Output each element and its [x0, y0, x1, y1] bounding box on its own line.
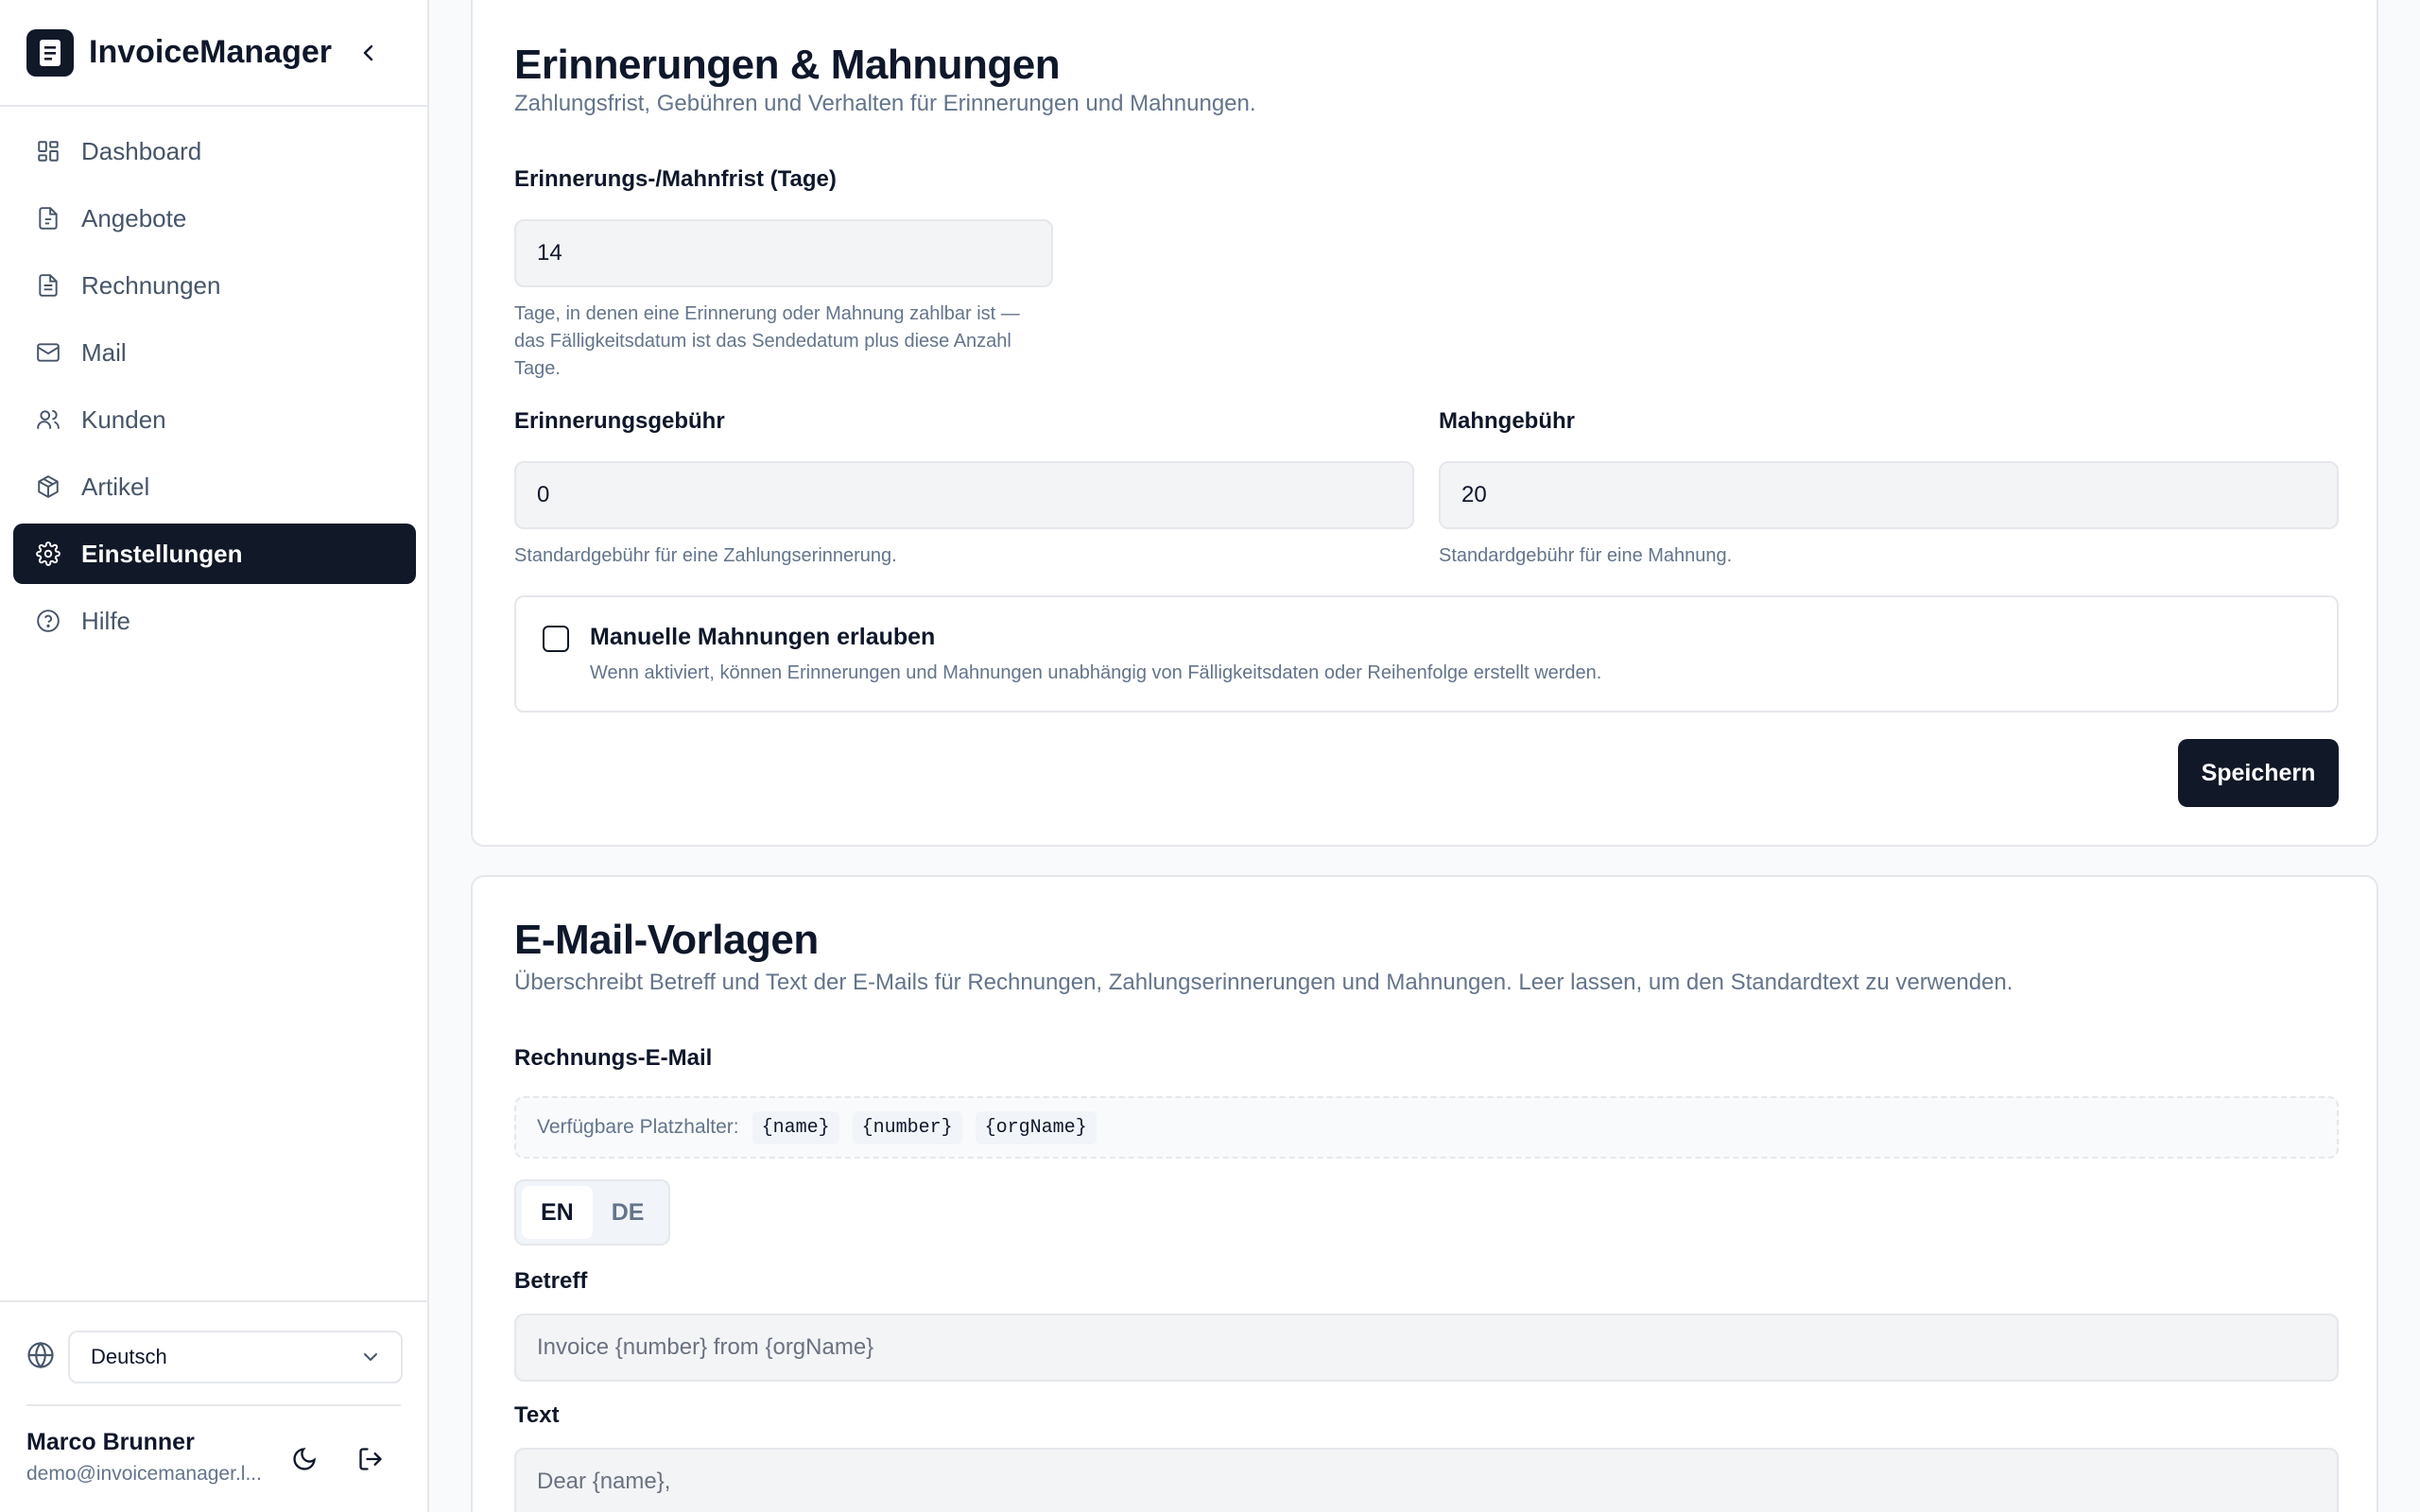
mail-icon [34, 338, 62, 367]
text-label: Text [514, 1402, 560, 1428]
tab-en[interactable]: EN [522, 1186, 593, 1239]
period-value: 14 [537, 240, 562, 266]
dunning-fee-input[interactable]: 20 [1439, 461, 2339, 529]
language-row: Deutsch [26, 1331, 403, 1383]
save-button[interactable]: Speichern [2178, 739, 2339, 807]
sidebar-item-label: Kunden [81, 404, 166, 434]
logo-receipt-icon [26, 28, 74, 77]
logout-icon [359, 1448, 382, 1470]
globe-icon [26, 1341, 55, 1374]
sidebar-item-dashboard[interactable]: Dashboard [13, 121, 416, 181]
sidebar-item-label: Artikel [81, 472, 150, 501]
moon-icon [293, 1448, 316, 1470]
sidebar-item-angebote[interactable]: Angebote [13, 188, 416, 249]
dunning-fee-label: Mahngebühr [1439, 408, 1575, 434]
language-toggle: EN DE [514, 1179, 671, 1246]
sidebar-item-label: Dashboard [81, 136, 202, 165]
sidebar-item-label: Rechnungen [81, 270, 221, 300]
sidebar-item-rechnungen[interactable]: Rechnungen [13, 255, 416, 316]
sidebar-item-label: Angebote [81, 203, 187, 232]
sidebar: InvoiceManager Dashboard Angebote Rechnu… [0, 0, 429, 1512]
reminders-settings-card: Erinnerungen & Mahnungen Zahlungsfrist, … [471, 0, 2378, 847]
package-icon [34, 472, 62, 501]
placeholders-box: Verfügbare Platzhalter: {name} {number} … [514, 1096, 2339, 1159]
user-email: demo@invoicemanager.l... [26, 1463, 262, 1485]
divider [26, 1404, 401, 1406]
file-icon [34, 204, 62, 232]
sidebar-item-mail[interactable]: Mail [13, 322, 416, 383]
manual-dunning-checkbox[interactable] [543, 626, 569, 652]
email-templates-card: E-Mail-Vorlagen Überschreibt Betreff und… [471, 875, 2378, 1512]
templates-title: E-Mail-Vorlagen [514, 917, 819, 963]
period-help-line: Tage. [514, 358, 561, 379]
reminder-fee-help: Standardgebühr für eine Zahlungserinneru… [514, 545, 897, 566]
theme-toggle-button[interactable] [285, 1440, 323, 1478]
dunning-fee-value: 20 [1461, 482, 1487, 507]
reminders-title: Erinnerungen & Mahnungen [514, 42, 1061, 88]
dunning-fee-help: Standardgebühr für eine Mahnung. [1439, 545, 1733, 566]
period-help-line: das Fälligkeitsdatum ist das Sendedatum … [514, 331, 1011, 352]
reminders-subtitle: Zahlungsfrist, Gebühren und Verhalten fü… [514, 91, 1256, 116]
sidebar-item-artikel[interactable]: Artikel [13, 456, 416, 517]
sidebar-nav: Dashboard Angebote Rechnungen Mail Kunde… [13, 121, 416, 658]
placeholder-chip: {orgName} [975, 1110, 1097, 1144]
help-icon [34, 607, 62, 635]
subject-input[interactable]: Invoice {number} from {orgName} [514, 1314, 2339, 1382]
gear-icon [34, 540, 62, 568]
collapse-sidebar-button[interactable] [352, 36, 386, 70]
logout-button[interactable] [352, 1440, 389, 1478]
placeholder-chip: {number} [852, 1110, 962, 1144]
text-input[interactable]: Dear {name}, [514, 1448, 2339, 1512]
brand: InvoiceManager [0, 0, 427, 107]
reminder-fee-input[interactable]: 0 [514, 461, 1414, 529]
sidebar-item-label: Mail [81, 337, 127, 367]
subject-label: Betreff [514, 1268, 588, 1294]
sidebar-item-kunden[interactable]: Kunden [13, 389, 416, 450]
chevron-down-icon [364, 1353, 377, 1361]
manual-dunning-description: Wenn aktiviert, können Erinnerungen und … [590, 662, 1602, 683]
dashboard-icon [34, 137, 62, 165]
period-help: Tage, in denen eine Erinnerung oder Mahn… [514, 301, 1063, 383]
user-name: Marco Brunner [26, 1429, 195, 1455]
manual-dunning-option: Manuelle Mahnungen erlauben Wenn aktivie… [514, 595, 2339, 713]
sidebar-item-hilfe[interactable]: Hilfe [13, 591, 416, 651]
sidebar-footer: Deutsch Marco Brunner demo@invoicemanage… [0, 1300, 429, 1485]
sidebar-item-label: Hilfe [81, 606, 131, 635]
templates-subtitle: Überschreibt Betreff und Text der E-Mail… [514, 970, 2014, 995]
sidebar-item-einstellungen[interactable]: Einstellungen [13, 524, 416, 584]
period-input[interactable]: 14 [514, 219, 1053, 287]
language-selected: Deutsch [91, 1345, 167, 1368]
language-select[interactable]: Deutsch [68, 1331, 403, 1383]
manual-dunning-label: Manuelle Mahnungen erlauben [590, 624, 936, 650]
subject-placeholder: Invoice {number} from {orgName} [537, 1334, 874, 1360]
period-label: Erinnerungs-/Mahnfrist (Tage) [514, 166, 837, 192]
invoice-icon [34, 271, 62, 300]
users-icon [34, 405, 62, 434]
placeholders-label: Verfügbare Platzhalter: [537, 1116, 739, 1138]
reminder-fee-value: 0 [537, 482, 550, 507]
placeholder-chip: {name} [752, 1110, 839, 1144]
chevron-left-icon [363, 44, 373, 61]
text-placeholder: Dear {name}, [537, 1469, 671, 1494]
tab-de[interactable]: DE [593, 1186, 664, 1239]
app-name: InvoiceManager [89, 34, 332, 70]
period-help-line: Tage, in denen eine Erinnerung oder Mahn… [514, 303, 1020, 324]
invoice-email-label: Rechnungs-E-Mail [514, 1045, 713, 1071]
sidebar-item-label: Einstellungen [81, 539, 243, 568]
reminder-fee-label: Erinnerungsgebühr [514, 408, 725, 434]
